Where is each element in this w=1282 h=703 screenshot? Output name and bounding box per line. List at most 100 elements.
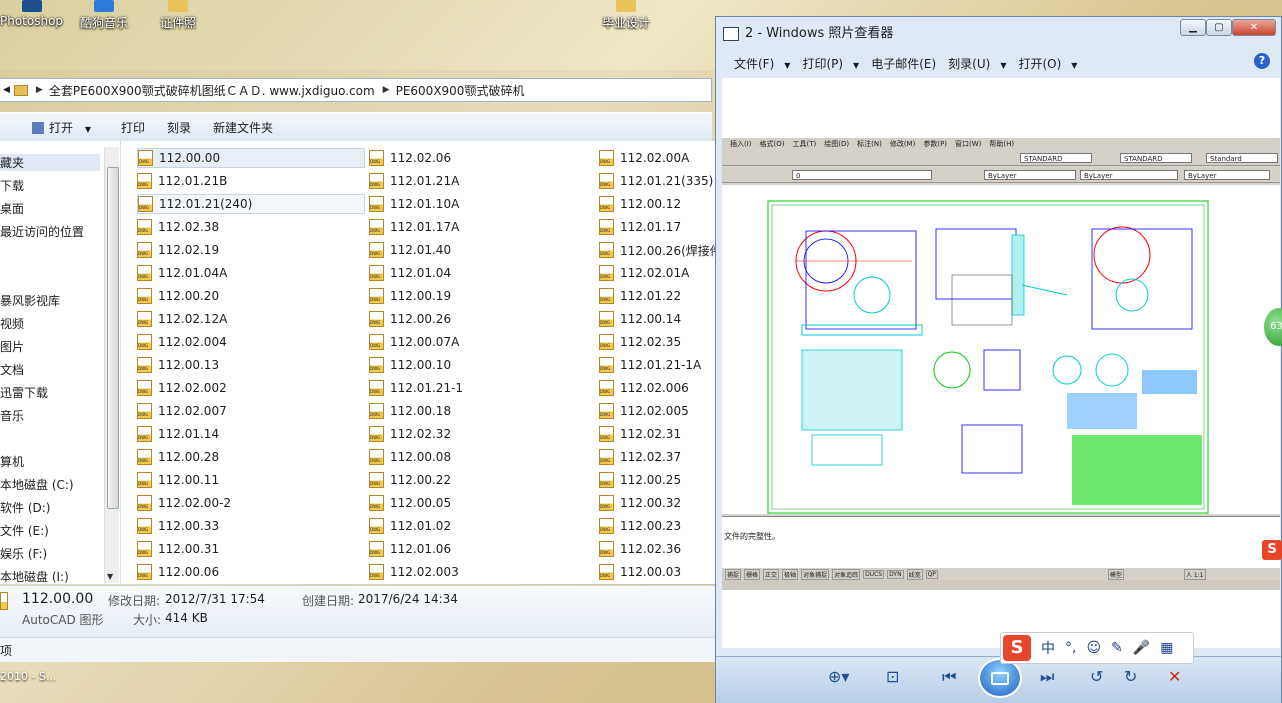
new-folder-button[interactable]: 新建文件夹 xyxy=(213,119,273,136)
file-item[interactable]: 112.01.21-1A xyxy=(599,355,715,375)
file-item[interactable]: 112.00.31 xyxy=(137,539,365,559)
file-item[interactable]: 112.00.26(焊接件 xyxy=(599,240,715,260)
file-item[interactable]: 112.00.23 xyxy=(599,516,715,536)
ime-chinese-mode[interactable]: 中 xyxy=(1041,638,1055,658)
ime-toolbox-icon[interactable]: ▦ xyxy=(1160,640,1173,656)
file-item[interactable]: 112.01.17A xyxy=(369,217,597,237)
file-item[interactable]: 112.01.21A xyxy=(369,171,597,191)
next-icon[interactable]: ⏭ xyxy=(1040,667,1054,687)
scroll-down-icon[interactable]: ▼ xyxy=(107,572,113,581)
file-item[interactable]: 112.02.003 xyxy=(369,562,597,582)
ime-emoji-icon[interactable]: ☺ xyxy=(1086,640,1101,656)
file-item[interactable]: 112.01.21B xyxy=(137,171,365,191)
file-item[interactable]: 112.01.21(335) xyxy=(599,171,715,191)
desktop-icon-photoshop[interactable]: Photoshop xyxy=(0,0,63,36)
file-item[interactable]: 112.02.005 xyxy=(599,401,715,421)
file-item[interactable]: 112.02.38 xyxy=(137,217,365,237)
nav-item-drive-e[interactable]: 文件 (E:) xyxy=(0,522,49,539)
file-item[interactable]: 112.02.35 xyxy=(599,332,715,352)
file-item[interactable]: 112.00.25 xyxy=(599,470,715,490)
file-item[interactable]: 112.00.05 xyxy=(369,493,597,513)
nav-item-favorites[interactable]: 藏夹 xyxy=(0,154,100,171)
file-item[interactable]: 112.01.04A xyxy=(137,263,365,283)
file-item[interactable]: 112.02.32 xyxy=(369,424,597,444)
file-item[interactable]: 112.01.04 xyxy=(369,263,597,283)
nav-item-baofeng-library[interactable]: 暴风影视库 xyxy=(0,292,60,309)
file-item[interactable]: 112.01.21(240) xyxy=(137,194,365,214)
file-item[interactable]: 112.02.007 xyxy=(137,401,365,421)
nav-item-pictures[interactable]: 图片 xyxy=(0,338,24,355)
nav-item-desktop[interactable]: 桌面 xyxy=(0,200,24,217)
file-item[interactable]: 112.00.10 xyxy=(369,355,597,375)
print-button[interactable]: 打印 xyxy=(121,119,145,136)
minimize-button[interactable]: ▁ xyxy=(1180,19,1206,36)
breadcrumb-item[interactable]: 全套PE600X900颚式破碎机图纸ＣＡＤ. www.jxdiguo.com xyxy=(49,82,375,99)
file-item[interactable]: 112.01.10A xyxy=(369,194,597,214)
file-item[interactable]: 112.02.06 xyxy=(369,148,597,168)
ime-punctuation-icon[interactable]: °, xyxy=(1065,640,1076,656)
file-item[interactable]: 112.01.02 xyxy=(369,516,597,536)
help-icon[interactable]: ? xyxy=(1254,53,1270,69)
menu-print[interactable]: 打印(P) ▼ xyxy=(802,55,859,72)
menu-open[interactable]: 打开(O) ▼ xyxy=(1018,55,1077,72)
file-item[interactable]: 112.02.36 xyxy=(599,539,715,559)
file-item[interactable]: 112.02.37 xyxy=(599,447,715,467)
previous-icon[interactable]: ⏮ xyxy=(942,667,956,687)
file-item[interactable]: 112.01.22 xyxy=(599,286,715,306)
back-arrow-icon[interactable]: ◀ xyxy=(3,85,10,95)
file-item[interactable]: 112.02.004 xyxy=(137,332,365,352)
burn-button[interactable]: 刻录 xyxy=(167,119,191,136)
file-item[interactable]: 112.00.03 xyxy=(599,562,715,582)
nav-item-drive-f[interactable]: 娱乐 (F:) xyxy=(0,545,47,562)
file-item[interactable]: 112.02.12A xyxy=(137,309,365,329)
nav-item-computer[interactable]: 算机 xyxy=(0,453,24,470)
file-item[interactable]: 112.00.14 xyxy=(599,309,715,329)
file-item[interactable]: 112.00.33 xyxy=(137,516,365,536)
file-item[interactable]: 112.01.17 xyxy=(599,217,715,237)
delete-icon[interactable]: ✕ xyxy=(1168,667,1181,686)
file-item[interactable]: 112.02.19 xyxy=(137,240,365,260)
file-item[interactable]: 112.00.22 xyxy=(369,470,597,490)
close-button[interactable]: ✕ xyxy=(1232,19,1276,36)
nav-item-downloads[interactable]: 下载 xyxy=(0,177,24,194)
ime-voice-icon[interactable]: 🎤 xyxy=(1133,640,1150,656)
zoom-icon[interactable]: ⊕▾ xyxy=(828,667,849,686)
file-item[interactable]: 112.00.26 xyxy=(369,309,597,329)
menu-burn[interactable]: 刻录(U) ▼ xyxy=(948,55,1006,72)
file-item[interactable]: 112.00.07A xyxy=(369,332,597,352)
nav-item-drive-d[interactable]: 软件 (D:) xyxy=(0,499,50,516)
file-item[interactable]: 112.00.11 xyxy=(137,470,365,490)
address-bar[interactable]: ◀ ▶ 全套PE600X900颚式破碎机图纸ＣＡＤ. www.jxdiguo.c… xyxy=(0,78,712,102)
file-item[interactable]: 112.02.00A xyxy=(599,148,715,168)
file-item[interactable]: 112.00.19 xyxy=(369,286,597,306)
ime-handwrite-icon[interactable]: ✎ xyxy=(1111,640,1123,656)
breadcrumb-item[interactable]: PE600X900颚式破碎机 xyxy=(396,82,525,99)
file-item[interactable]: 112.02.01A xyxy=(599,263,715,283)
nav-scrollbar[interactable]: ▼ xyxy=(104,147,119,583)
slideshow-button[interactable] xyxy=(978,658,1022,698)
file-item[interactable]: 112.00.13 xyxy=(137,355,365,375)
actual-size-icon[interactable]: ⊡ xyxy=(886,667,899,686)
file-item[interactable]: 112.01.21-1 xyxy=(369,378,597,398)
file-item[interactable]: 112.00.20 xyxy=(137,286,365,306)
desktop-icon-kugou[interactable]: 酷狗音乐 xyxy=(80,0,128,36)
file-item[interactable]: 112.01.06 xyxy=(369,539,597,559)
rotate-right-icon[interactable]: ↻ xyxy=(1124,667,1137,686)
maximize-button[interactable]: ▢ xyxy=(1206,19,1232,36)
file-item[interactable]: 112.00.00 xyxy=(137,148,365,168)
file-item[interactable]: 112.00.08 xyxy=(369,447,597,467)
sogou-logo-icon[interactable]: S xyxy=(1003,635,1031,661)
scrollbar-thumb[interactable] xyxy=(107,167,119,509)
file-item[interactable]: 112.00.12 xyxy=(599,194,715,214)
nav-item-music[interactable]: 音乐 xyxy=(0,407,24,424)
menu-file[interactable]: 文件(F) ▼ xyxy=(734,55,790,72)
nav-item-documents[interactable]: 文档 xyxy=(0,361,24,378)
file-item[interactable]: 112.00.18 xyxy=(369,401,597,421)
rotate-left-icon[interactable]: ↺ xyxy=(1090,667,1103,686)
nav-item-drive-c[interactable]: 本地磁盘 (C:) xyxy=(0,476,74,493)
desktop-icon-graduation[interactable]: 毕业设计 xyxy=(602,0,650,36)
file-item[interactable]: 112.01.14 xyxy=(137,424,365,444)
nav-item-xunlei[interactable]: 迅雷下载 xyxy=(0,384,48,401)
file-item[interactable]: 112.00.28 xyxy=(137,447,365,467)
file-item[interactable]: 112.00.06 xyxy=(137,562,365,582)
